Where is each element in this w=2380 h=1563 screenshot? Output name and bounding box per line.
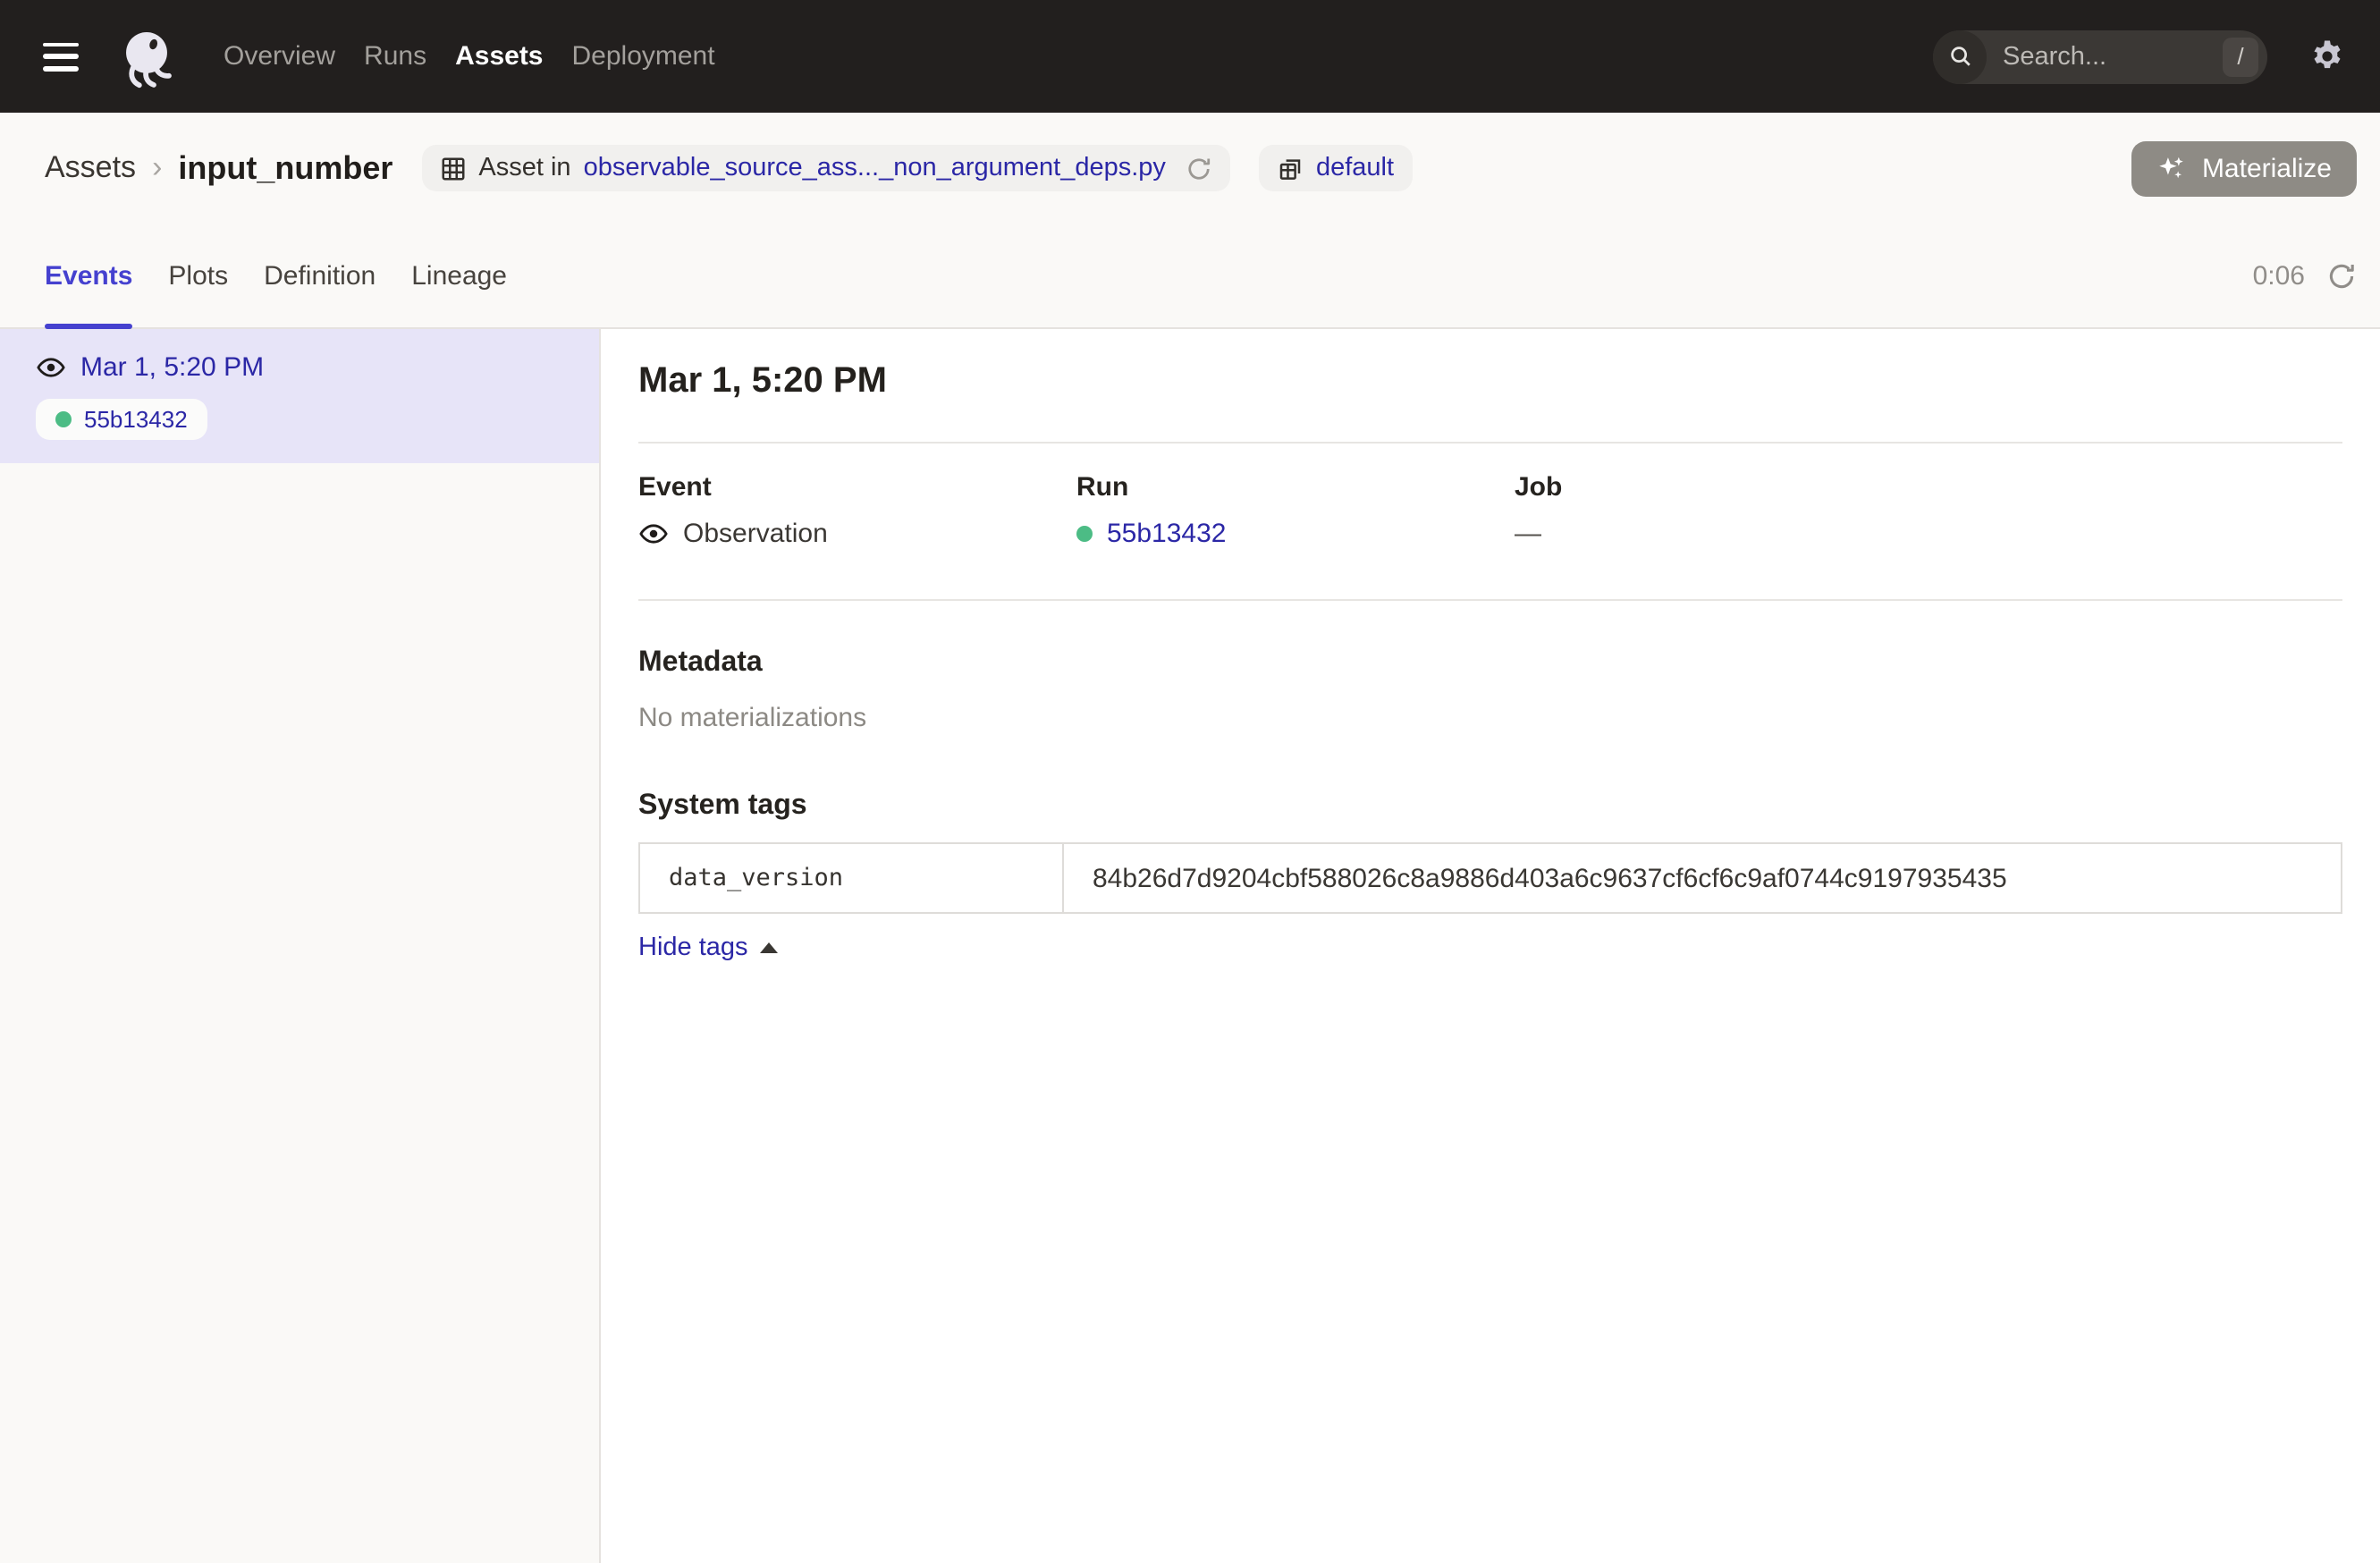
code-location-badge[interactable]: default xyxy=(1259,145,1412,191)
asset-file-link[interactable]: observable_source_ass..._non_argument_de… xyxy=(584,154,1166,182)
run-status-dot xyxy=(55,411,72,427)
run-id-tag[interactable]: 55b13432 xyxy=(36,399,207,440)
tab-plots[interactable]: Plots xyxy=(168,224,228,327)
refresh-timer: 0:06 xyxy=(2253,260,2305,291)
menu-button[interactable] xyxy=(43,42,79,71)
metadata-heading: Metadata xyxy=(638,647,2342,680)
divider xyxy=(638,442,2342,444)
top-nav: Overview Runs Assets Deployment Search..… xyxy=(0,0,2380,113)
hide-tags-link[interactable]: Hide tags xyxy=(638,934,779,962)
run-column: Run 55b13432 xyxy=(1076,472,1515,549)
search-placeholder: Search... xyxy=(2003,42,2223,71)
event-list-item[interactable]: Mar 1, 5:20 PM 55b13432 xyxy=(0,329,599,463)
job-column-label: Job xyxy=(1515,472,1953,503)
run-status-dot xyxy=(1076,526,1093,542)
tab-bar: Events Plots Definition Lineage 0:06 xyxy=(0,224,2380,329)
refresh-icon[interactable] xyxy=(2326,260,2357,291)
event-column-label: Event xyxy=(638,472,1076,503)
nav-overview[interactable]: Overview xyxy=(224,41,335,72)
settings-gear-icon[interactable] xyxy=(2308,38,2346,75)
tag-key-cell: data_version xyxy=(640,844,1064,912)
nav-assets[interactable]: Assets xyxy=(455,41,543,72)
event-type-value: Observation xyxy=(683,519,828,549)
hide-tags-label: Hide tags xyxy=(638,934,748,962)
breadcrumb-assets-link[interactable]: Assets xyxy=(45,150,136,186)
system-tags-heading: System tags xyxy=(638,790,2342,823)
job-empty-value: — xyxy=(1515,519,1541,549)
dagster-logo-icon[interactable] xyxy=(116,22,177,90)
event-detail-title: Mar 1, 5:20 PM xyxy=(638,361,2342,402)
nav-runs[interactable]: Runs xyxy=(364,41,426,72)
app-window: Overview Runs Assets Deployment Search..… xyxy=(0,0,2380,1563)
nav-links: Overview Runs Assets Deployment xyxy=(224,41,715,72)
asset-definition-badge: Asset in observable_source_ass..._non_ar… xyxy=(421,145,1230,191)
run-id-label: 55b13432 xyxy=(84,406,188,433)
event-summary-row: Event Observation Run xyxy=(638,472,2342,549)
tab-events[interactable]: Events xyxy=(45,224,132,327)
observation-eye-icon xyxy=(36,352,66,383)
tab-definition[interactable]: Definition xyxy=(264,224,376,327)
tab-lineage[interactable]: Lineage xyxy=(411,224,507,327)
code-location-link[interactable]: default xyxy=(1316,154,1394,182)
breadcrumb: Assets › input_number Asset in observabl… xyxy=(0,113,2380,224)
caret-up-icon xyxy=(761,942,779,953)
observation-eye-icon xyxy=(638,519,669,549)
materialize-button[interactable]: Materialize xyxy=(2132,140,2357,196)
page-header: Assets › input_number Asset in observabl… xyxy=(0,113,2380,329)
tag-value-cell: 84b26d7d9204cbf588026c8a9886d403a6c9637c… xyxy=(1064,844,2341,912)
slash-shortcut-badge: / xyxy=(2223,37,2258,76)
page-title: input_number xyxy=(178,149,392,187)
run-column-label: Run xyxy=(1076,472,1515,503)
system-tags-table: data_version 84b26d7d9204cbf588026c8a988… xyxy=(638,842,2342,914)
event-date-link[interactable]: Mar 1, 5:20 PM xyxy=(80,352,264,383)
event-column: Event Observation xyxy=(638,472,1076,549)
asset-badge-prefix: Asset in xyxy=(478,154,570,182)
run-id-link[interactable]: 55b13432 xyxy=(1107,519,1227,549)
chevron-right-icon: › xyxy=(152,150,162,186)
reload-definition-icon[interactable] xyxy=(1186,155,1212,182)
content-area: Mar 1, 5:20 PM 55b13432 Mar 1, 5:20 PM E… xyxy=(0,329,2380,1563)
asset-grid-icon xyxy=(439,155,466,182)
divider xyxy=(638,599,2342,601)
search-icon xyxy=(1933,30,1987,83)
nav-deployment[interactable]: Deployment xyxy=(572,41,715,72)
event-detail-panel: Mar 1, 5:20 PM Event Observation xyxy=(601,329,2380,1563)
event-list-sidebar: Mar 1, 5:20 PM 55b13432 xyxy=(0,329,601,1563)
search-input[interactable]: Search... / xyxy=(1933,30,2267,83)
code-location-icon xyxy=(1277,155,1304,182)
job-column: Job — xyxy=(1515,472,1953,549)
sparkles-icon xyxy=(2157,153,2188,183)
metadata-empty-text: No materializations xyxy=(638,703,2342,733)
materialize-label: Materialize xyxy=(2202,153,2332,183)
